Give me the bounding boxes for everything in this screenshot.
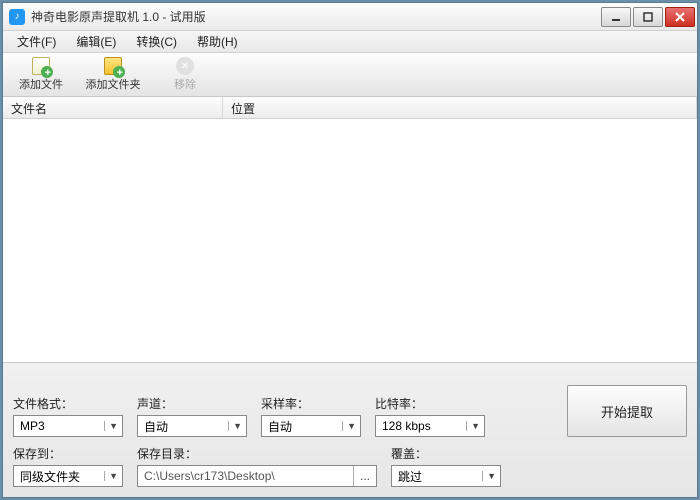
window-title: 神奇电影原声提取机 1.0 - 试用版 [31,8,599,25]
overwrite-combo[interactable]: 跳过 ▼ [391,465,501,487]
minimize-button[interactable] [601,7,631,27]
file-list[interactable] [3,119,697,362]
col-filename[interactable]: 文件名 [3,97,223,118]
channel-combo[interactable]: 自动 ▼ [137,415,247,437]
start-extract-button[interactable]: 开始提取 [567,385,687,437]
app-icon: ♪ [9,9,25,25]
remove-label: 移除 [174,76,196,92]
overwrite-label: 覆盖： [391,445,501,462]
menu-help[interactable]: 帮助(H) [187,31,248,52]
savedir-label: 保存目录： [137,445,377,462]
channel-label: 声道： [137,395,247,412]
menubar: 文件(F) 编辑(E) 转换(C) 帮助(H) [3,31,697,53]
format-value: MP3 [20,419,45,433]
menu-edit[interactable]: 编辑(E) [66,31,126,52]
menu-convert[interactable]: 转换(C) [126,31,187,52]
col-location[interactable]: 位置 [223,97,697,118]
remove-button[interactable]: 移除 [155,55,215,95]
add-folder-icon [104,57,122,75]
saveto-label: 保存到： [13,445,123,462]
overwrite-value: 跳过 [398,468,422,485]
saveto-combo[interactable]: 同级文件夹 ▼ [13,465,123,487]
chevron-down-icon: ▼ [466,421,480,431]
add-file-icon [32,57,50,75]
samplerate-value: 自动 [268,418,292,435]
chevron-down-icon: ▼ [228,421,242,431]
add-file-label: 添加文件 [19,76,63,92]
chevron-down-icon: ▼ [482,471,496,481]
toolbar: 添加文件 添加文件夹 移除 [3,53,697,97]
savedir-value: C:\Users\cr173\Desktop\ [138,469,353,483]
chevron-down-icon: ▼ [104,471,118,481]
remove-icon [176,57,194,75]
saveto-value: 同级文件夹 [20,468,80,485]
channel-value: 自动 [144,418,168,435]
window-controls [599,7,695,27]
bottom-panel: 文件格式： MP3 ▼ 声道： 自动 ▼ 采样率： 自动 ▼ 比特率： 128 kbp… [3,362,697,497]
maximize-button[interactable] [633,7,663,27]
close-button[interactable] [665,7,695,27]
chevron-down-icon: ▼ [342,421,356,431]
chevron-down-icon: ▼ [104,421,118,431]
titlebar: ♪ 神奇电影原声提取机 1.0 - 试用版 [3,3,697,31]
add-folder-button[interactable]: 添加文件夹 [83,55,143,95]
format-combo[interactable]: MP3 ▼ [13,415,123,437]
add-file-button[interactable]: 添加文件 [11,55,71,95]
format-label: 文件格式： [13,395,123,412]
samplerate-combo[interactable]: 自动 ▼ [261,415,361,437]
samplerate-label: 采样率： [261,395,361,412]
bitrate-value: 128 kbps [382,419,431,433]
list-header: 文件名 位置 [3,97,697,119]
bitrate-combo[interactable]: 128 kbps ▼ [375,415,485,437]
add-folder-label: 添加文件夹 [86,76,141,92]
browse-button[interactable]: ... [353,466,376,486]
savedir-box: C:\Users\cr173\Desktop\ ... [137,465,377,487]
menu-file[interactable]: 文件(F) [7,31,66,52]
app-window: ♪ 神奇电影原声提取机 1.0 - 试用版 文件(F) 编辑(E) 转换(C) … [2,2,698,498]
bitrate-label: 比特率： [375,395,485,412]
